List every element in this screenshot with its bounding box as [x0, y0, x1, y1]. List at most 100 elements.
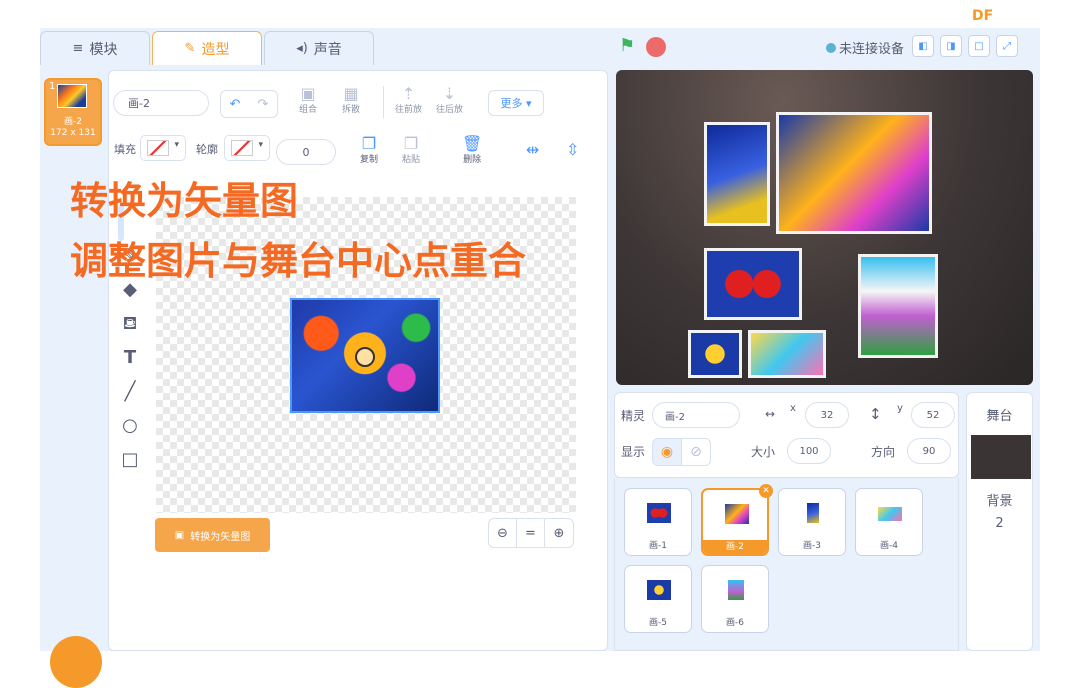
- forward-button[interactable]: ⇡ 往前放: [395, 84, 422, 115]
- sprite-tile[interactable]: 画-4: [855, 488, 923, 556]
- costume-name: 画-2: [64, 117, 82, 127]
- x-label: x: [790, 403, 796, 414]
- painting-frame: [688, 330, 742, 378]
- tab-costumes[interactable]: ✎ 造型: [152, 31, 262, 65]
- delete-button[interactable]: 🗑 删除: [462, 134, 482, 165]
- fill-label: 填充: [114, 143, 136, 156]
- redo-icon[interactable]: ↷: [249, 91, 277, 117]
- code-icon: ≡: [72, 41, 84, 56]
- sprite-info-panel: 精灵 画-2 ↔ x 32 ↕ y 52 显示 ◉ ⊘ 大小 100 方向 90: [614, 392, 959, 478]
- trash-icon: 🗑: [462, 134, 483, 153]
- sprite-label: 精灵: [621, 409, 646, 423]
- image-icon: ▣: [174, 529, 185, 541]
- tab-code[interactable]: ≡ 模块: [40, 31, 150, 65]
- status-dot-icon: [826, 42, 836, 53]
- arrow-up-icon: ⇡: [401, 84, 416, 103]
- painting-frame: [748, 330, 826, 378]
- flip-horizontal-button[interactable]: ⇹: [526, 140, 540, 159]
- ungroup-icon: ▦: [343, 84, 359, 103]
- editor-tabs: ≡ 模块 ✎ 造型 ◂) 声音: [40, 31, 376, 65]
- sprite-thumbnail: [647, 580, 671, 600]
- zoom-in-icon[interactable]: ⊕: [545, 519, 573, 547]
- sprite-name: 画-6: [726, 618, 744, 628]
- painting-frame: [776, 112, 932, 234]
- backdrop-label: 背景: [986, 494, 1013, 509]
- zoom-reset-icon[interactable]: =: [517, 519, 545, 547]
- rectangle-tool-icon[interactable]: □: [118, 443, 142, 477]
- sprite-thumbnail: [725, 504, 749, 524]
- large-stage-icon[interactable]: ◨: [940, 35, 962, 57]
- zoom-controls: ⊖ = ⊕: [488, 518, 574, 548]
- x-arrow-icon: ↔: [765, 407, 776, 421]
- outline-label: 轮廓: [196, 143, 218, 156]
- stage-only-icon[interactable]: □: [968, 35, 990, 57]
- costume-item[interactable]: 1 画-2 172 x 131: [44, 78, 102, 146]
- y-input[interactable]: 52: [911, 402, 955, 428]
- outline-swatch: [231, 140, 253, 156]
- stage-title: 舞台: [986, 409, 1013, 424]
- line-tool-icon[interactable]: ╱: [118, 375, 142, 409]
- backward-label: 往后放: [436, 105, 464, 115]
- sprite-name: 画-5: [649, 618, 667, 628]
- sprite-name: 画-2: [703, 540, 767, 554]
- sprite-tile[interactable]: 画-3: [778, 488, 846, 556]
- y-label: y: [897, 403, 903, 414]
- undo-icon[interactable]: ↶: [221, 91, 249, 117]
- copy-icon: ❐: [361, 134, 377, 153]
- group-icon: ▣: [300, 84, 316, 103]
- paste-label: 粘贴: [402, 155, 421, 165]
- costume-thumbnail: [57, 84, 87, 108]
- costume-size: 172 x 131: [50, 128, 96, 138]
- backdrop-count: 2: [995, 516, 1004, 531]
- outline-color-picker[interactable]: ▾: [224, 135, 270, 161]
- device-status-label: 未连接设备: [839, 42, 905, 57]
- sprite-name: 画-4: [880, 541, 898, 551]
- convert-to-vector-button[interactable]: ▣ 转换为矢量图: [155, 518, 270, 552]
- circle-tool-icon[interactable]: ○: [118, 409, 142, 443]
- fullscreen-icon[interactable]: ⤢: [996, 35, 1018, 57]
- copy-button[interactable]: ❐ 复制: [360, 134, 378, 165]
- show-label: 显示: [621, 445, 646, 459]
- flip-horizontal-icon: ⇹: [526, 140, 540, 159]
- ungroup-button[interactable]: ▦ 拆散: [342, 84, 360, 115]
- delete-sprite-icon[interactable]: ✕: [759, 484, 773, 498]
- forward-label: 往前放: [395, 105, 423, 115]
- sprite-thumbnail: [878, 507, 902, 521]
- group-button[interactable]: ▣ 组合: [299, 84, 317, 115]
- stage-selector[interactable]: 舞台 背景 2: [966, 392, 1033, 651]
- flip-vertical-button[interactable]: ⇳: [566, 140, 579, 159]
- direction-label: 方向: [871, 445, 896, 459]
- sprite-tile[interactable]: 画-6: [701, 565, 769, 633]
- undo-redo-group: ↶ ↷: [220, 90, 278, 118]
- stage-view-controls: ◧ ◨ □ ⤢: [912, 35, 1018, 57]
- costume-name-input[interactable]: 画-2: [113, 90, 209, 116]
- size-input[interactable]: 100: [787, 438, 831, 464]
- tab-sounds[interactable]: ◂) 声音: [264, 31, 374, 65]
- paste-icon: ❐: [403, 134, 419, 153]
- sprite-name-input[interactable]: 画-2: [652, 402, 740, 428]
- fill-tool-icon[interactable]: ⛾: [118, 307, 142, 341]
- fill-color-picker[interactable]: ▾: [140, 135, 186, 161]
- stop-icon[interactable]: [646, 37, 666, 57]
- paste-button[interactable]: ❐ 粘贴: [402, 134, 420, 165]
- direction-input[interactable]: 90: [907, 438, 951, 464]
- hide-eye-icon[interactable]: ⊘: [681, 438, 711, 466]
- outline-width-input[interactable]: 0: [276, 139, 336, 165]
- backward-button[interactable]: ⇣ 往后放: [436, 84, 463, 115]
- add-costume-button[interactable]: [50, 636, 102, 688]
- green-flag-icon[interactable]: ⚑: [619, 36, 639, 56]
- sprite-tile[interactable]: 画-1: [624, 488, 692, 556]
- more-label: 更多: [500, 97, 523, 110]
- stage-canvas[interactable]: [616, 70, 1033, 385]
- sprite-tile-selected[interactable]: ✕ 画-2: [701, 484, 773, 556]
- more-dropdown[interactable]: 更多 ▾: [488, 90, 544, 116]
- text-tool-icon[interactable]: T: [118, 341, 142, 375]
- painting-frame: [704, 248, 802, 320]
- sprite-tile[interactable]: 画-5: [624, 565, 692, 633]
- small-stage-icon[interactable]: ◧: [912, 35, 934, 57]
- x-input[interactable]: 32: [805, 402, 849, 428]
- device-status[interactable]: 未连接设备: [826, 38, 904, 57]
- show-eye-icon[interactable]: ◉: [652, 438, 682, 466]
- tab-costumes-label: 造型: [201, 41, 230, 58]
- zoom-out-icon[interactable]: ⊖: [489, 519, 517, 547]
